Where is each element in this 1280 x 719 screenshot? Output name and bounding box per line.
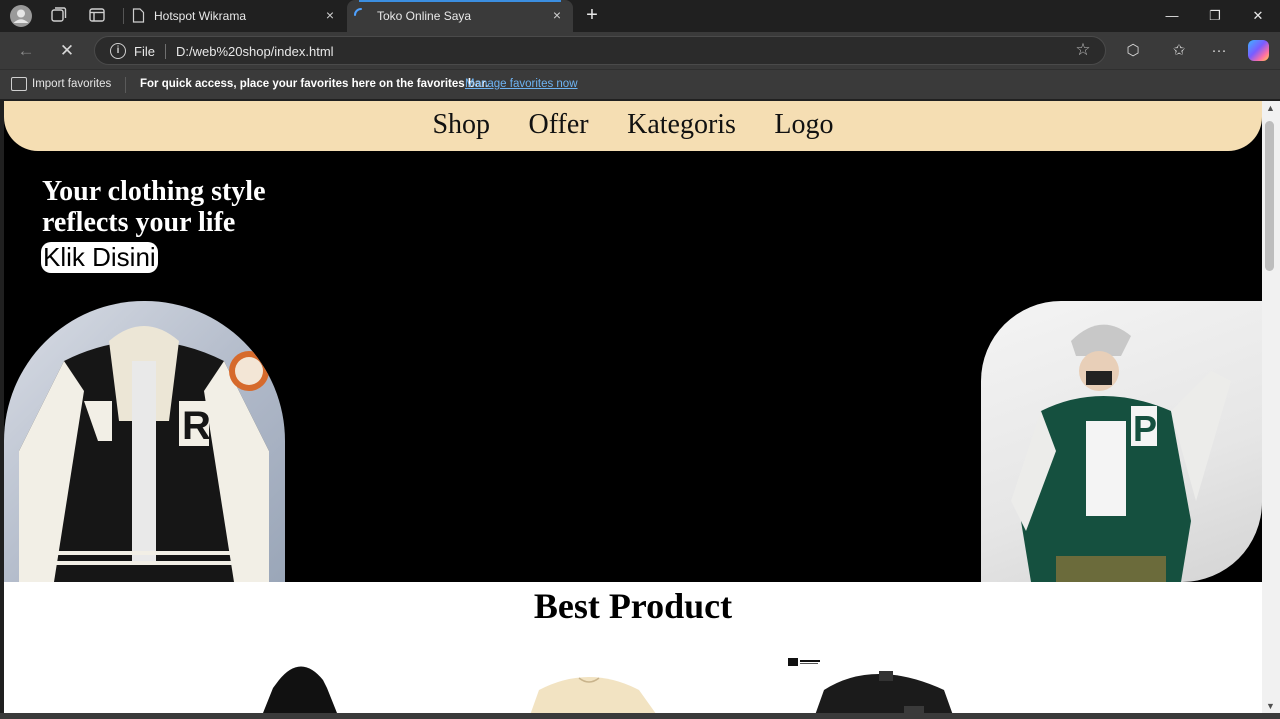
product-image-sweater[interactable] — [509, 648, 689, 713]
page-icon — [132, 8, 145, 26]
favorites-separator — [125, 77, 126, 93]
hero-image-left-jacket: R — [4, 301, 285, 582]
window-close-button[interactable]: ✕ — [1246, 6, 1270, 26]
close-tab-icon[interactable]: × — [549, 7, 565, 23]
favorites-bar: Import favorites For quick access, place… — [0, 69, 1280, 99]
import-favorites-button[interactable]: Import favorites — [32, 78, 111, 90]
hero-image-right-jacket: P — [981, 301, 1262, 582]
new-tab-button[interactable]: + — [582, 5, 602, 25]
product-image-hoodie[interactable] — [239, 648, 419, 713]
scheme-label: File — [134, 44, 155, 59]
back-button[interactable]: ← — [15, 40, 37, 62]
nav-link-shop[interactable]: Shop — [432, 109, 490, 141]
address-bar[interactable]: i File D:/web%20shop/index.html ☆ — [94, 36, 1106, 65]
url-text[interactable]: D:/web%20shop/index.html — [176, 44, 334, 59]
more-options-icon[interactable]: ··· — [1208, 40, 1230, 62]
window-bottom-edge — [0, 713, 1280, 719]
nav-link-kategoris[interactable]: Kategoris — [627, 109, 736, 141]
scroll-up-arrow-icon[interactable]: ▲ — [1266, 103, 1275, 113]
address-separator — [165, 44, 166, 59]
loading-spinner-icon — [353, 7, 369, 26]
hero-title: Your clothing style reflects your life — [42, 176, 266, 238]
browser-titlebar: Hotspot Wikrama × Toko Online Saya × + —… — [0, 0, 1280, 32]
stop-loading-button[interactable]: ✕ — [56, 40, 78, 62]
minimize-button[interactable]: — — [1160, 6, 1184, 26]
nav-links: Shop Offer Kategoris Logo — [4, 109, 1262, 141]
tab-actions-icon[interactable] — [87, 6, 107, 26]
close-tab-icon[interactable]: × — [322, 7, 338, 23]
svg-text:P: P — [1133, 408, 1157, 449]
add-favorite-star-icon[interactable]: ☆ — [1073, 40, 1093, 60]
scroll-down-arrow-icon[interactable]: ▼ — [1266, 701, 1275, 711]
site-navbar: Shop Offer Kategoris Logo — [4, 101, 1262, 151]
extensions-icon[interactable]: ⬡ — [1122, 40, 1144, 62]
tab-title: Hotspot Wikrama — [154, 9, 247, 23]
tab-title: Toko Online Saya — [377, 9, 472, 23]
page-viewport: Shop Offer Kategoris Logo Your clothing … — [4, 101, 1262, 713]
manage-favorites-link[interactable]: Manage favorites now — [465, 78, 578, 90]
info-icon[interactable]: i — [110, 43, 126, 59]
scroll-thumb[interactable] — [1265, 121, 1274, 271]
tab-toko-online-saya[interactable]: Toko Online Saya × — [347, 0, 573, 32]
profile-icon[interactable] — [10, 5, 32, 27]
import-favorites-icon[interactable] — [11, 77, 27, 91]
workspaces-icon[interactable] — [48, 6, 68, 26]
svg-text:R: R — [182, 404, 211, 448]
favorites-message: For quick access, place your favorites h… — [140, 78, 489, 90]
favorites-icon[interactable]: ✩ — [1168, 40, 1190, 62]
browser-toolbar: ← ✕ i File D:/web%20shop/index.html ☆ ⬡ … — [0, 32, 1280, 69]
copilot-icon[interactable] — [1248, 40, 1269, 61]
nav-link-logo[interactable]: Logo — [774, 109, 833, 141]
section-title: Best Product — [533, 586, 733, 626]
klik-disini-button[interactable]: Klik Disini — [41, 242, 158, 273]
best-product-section: Best Product — [4, 582, 1262, 713]
tab-hotspot-wikrama[interactable]: Hotspot Wikrama × — [124, 0, 346, 32]
nav-link-offer[interactable]: Offer — [529, 109, 589, 141]
product-image-varsity-jacket[interactable] — [784, 648, 964, 713]
page-scrollbar[interactable]: ▲ ▼ — [1262, 101, 1280, 713]
restore-button[interactable]: ❐ — [1203, 6, 1227, 26]
